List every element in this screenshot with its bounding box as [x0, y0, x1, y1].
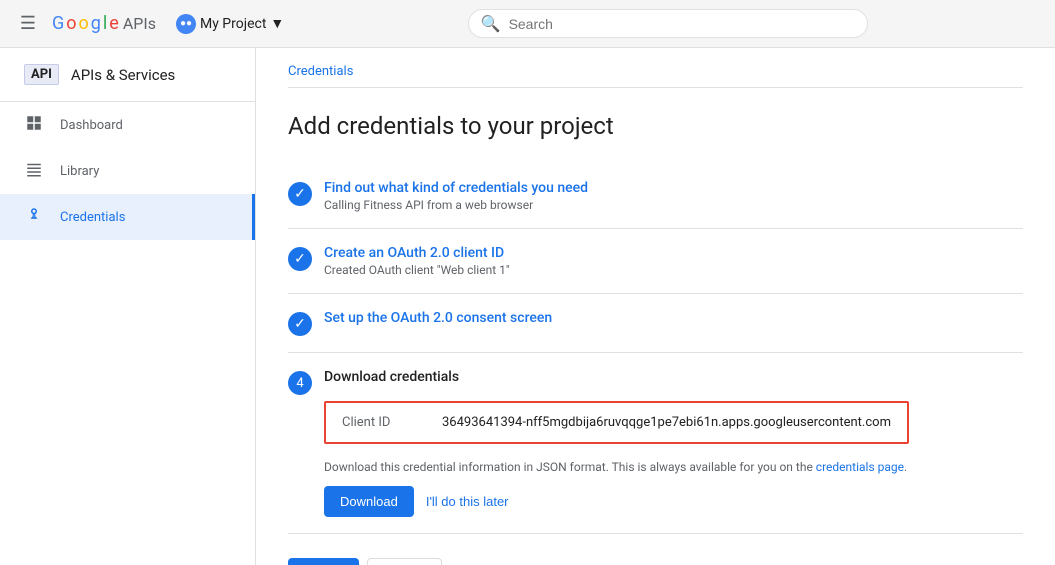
page-title: Add credentials to your project — [288, 112, 1023, 140]
sidebar-item-credentials-label: Credentials — [60, 210, 125, 225]
breadcrumb: Credentials — [288, 48, 1023, 88]
sidebar-item-dashboard-label: Dashboard — [60, 118, 123, 133]
search-icon: 🔍 — [481, 14, 501, 33]
step-2-subtitle: Created OAuth client "Web client 1" — [324, 263, 510, 277]
bottom-buttons: Done Cancel — [288, 558, 1023, 565]
top-nav: ☰ GoogleAPIs ●● My Project ▼ 🔍 — [0, 0, 1055, 48]
credentials-row: Client ID 36493641394-nff5mgdbija6ruvqqg… — [326, 403, 907, 442]
dashboard-icon — [24, 114, 44, 136]
library-icon — [24, 160, 44, 182]
do-later-button[interactable]: I'll do this later — [426, 494, 509, 509]
step-1-content: Find out what kind of credentials you ne… — [324, 180, 588, 212]
sidebar-title: APIs & Services — [71, 66, 175, 84]
step-4-number: 4 — [288, 371, 312, 395]
sidebar-header: API APIs & Services — [0, 48, 255, 102]
step-3-content: Set up the OAuth 2.0 consent screen — [324, 310, 552, 326]
logo-e: e — [109, 13, 119, 34]
step-1-check: ✓ — [288, 182, 312, 206]
project-dot: ●● — [176, 14, 196, 34]
step-2-title: Create an OAuth 2.0 client ID — [324, 245, 510, 261]
sidebar-item-library-label: Library — [60, 164, 99, 179]
credentials-table: Client ID 36493641394-nff5mgdbija6ruvqqg… — [324, 401, 909, 444]
logo-o1: o — [66, 13, 76, 34]
search-area: 🔍 — [296, 9, 1039, 38]
step-1-title: Find out what kind of credentials you ne… — [324, 180, 588, 196]
logo-l: l — [103, 13, 107, 34]
logo-g2: g — [91, 13, 101, 34]
step-1: ✓ Find out what kind of credentials you … — [288, 164, 1023, 229]
logo-apis: APIs — [123, 14, 156, 33]
dropdown-icon: ▼ — [270, 15, 284, 32]
api-badge: API — [24, 64, 59, 85]
project-name: My Project — [200, 16, 266, 32]
download-info: Download this credential information in … — [324, 460, 909, 474]
project-selector[interactable]: ●● My Project ▼ — [176, 14, 284, 34]
logo-g: G — [52, 13, 64, 34]
download-info-text: Download this credential information in … — [324, 460, 816, 474]
cancel-button[interactable]: Cancel — [367, 558, 441, 565]
credentials-page-link[interactable]: credentials page — [816, 460, 904, 474]
download-info-period: . — [904, 460, 907, 474]
download-button[interactable]: Download — [324, 486, 414, 517]
credentials-label: Client ID — [342, 415, 442, 430]
step-2-check: ✓ — [288, 247, 312, 271]
step-1-subtitle: Calling Fitness API from a web browser — [324, 198, 588, 212]
credentials-value: 36493641394-nff5mgdbija6ruvqqge1pe7ebi61… — [442, 415, 891, 430]
logo-o2: o — [79, 13, 89, 34]
sidebar-item-dashboard[interactable]: Dashboard — [0, 102, 255, 148]
step-2-content: Create an OAuth 2.0 client ID Created OA… — [324, 245, 510, 277]
step-2: ✓ Create an OAuth 2.0 client ID Created … — [288, 229, 1023, 294]
done-button[interactable]: Done — [288, 558, 359, 565]
step-3-check: ✓ — [288, 312, 312, 336]
download-actions: Download I'll do this later — [324, 486, 909, 517]
credentials-icon — [24, 206, 44, 228]
step-3: ✓ Set up the OAuth 2.0 consent screen — [288, 294, 1023, 353]
google-apis-logo: GoogleAPIs — [52, 13, 156, 34]
step-4: 4 Download credentials Client ID 3649364… — [288, 353, 1023, 534]
main-content: Credentials Add credentials to your proj… — [256, 48, 1055, 565]
hamburger-icon[interactable]: ☰ — [16, 13, 40, 34]
search-box: 🔍 — [468, 9, 868, 38]
sidebar: API APIs & Services Dashboard Library Cr… — [0, 48, 256, 565]
step-4-title: Download credentials — [324, 369, 909, 385]
sidebar-item-credentials[interactable]: Credentials — [0, 194, 255, 240]
step-3-title: Set up the OAuth 2.0 consent screen — [324, 310, 552, 326]
layout: API APIs & Services Dashboard Library Cr… — [0, 48, 1055, 565]
search-input[interactable] — [509, 16, 855, 32]
sidebar-item-library[interactable]: Library — [0, 148, 255, 194]
step-4-content: Download credentials Client ID 364936413… — [324, 369, 909, 517]
